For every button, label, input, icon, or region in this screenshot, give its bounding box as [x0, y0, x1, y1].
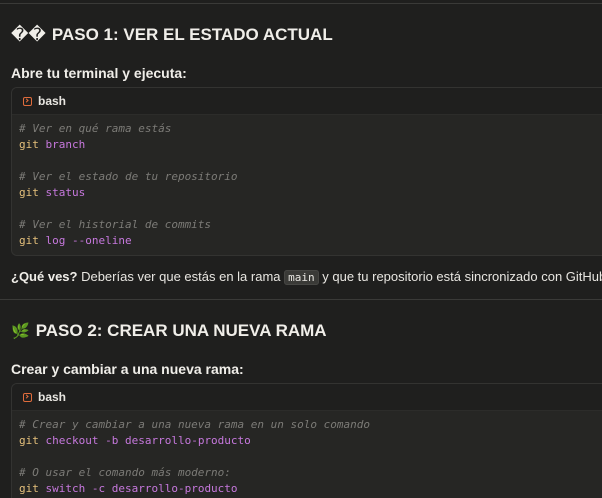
code-command: git [19, 138, 39, 151]
terminal-icon [23, 96, 32, 106]
code-comment: # Ver el estado de tu repositorio [19, 170, 238, 183]
code-line: # Ver el historial de commits [19, 217, 602, 233]
terminal-icon [23, 392, 32, 402]
code-arguments: log --oneline [38, 234, 132, 247]
code-command: git [19, 186, 39, 199]
code-line: # Ver en qué rama estás [19, 121, 602, 137]
step2-heading: 🌿 PASO 2: CREAR UNA NUEVA RAMA [11, 321, 327, 342]
step1-code-content[interactable]: # Ver en qué rama estás git branch # Ver … [12, 115, 602, 253]
code-line: git switch -c desarrollo-producto [19, 481, 602, 497]
code-line: git log --oneline [19, 233, 602, 249]
sprout-icon: 🌿 [11, 323, 30, 340]
code-comment: # Crear y cambiar a una nueva rama en un… [19, 418, 370, 431]
code-line: # O usar el comando más moderno: [19, 465, 602, 481]
top-divider [0, 3, 602, 4]
code-comment: # O usar el comando más moderno: [19, 466, 231, 479]
code-arguments: checkout -b desarrollo-producto [38, 434, 251, 447]
code-command: git [19, 482, 39, 495]
step1-question-bold: ¿Qué ves? [11, 269, 78, 284]
code-line: # Ver el estado de tu repositorio [19, 169, 602, 185]
step1-emoji-icon: �� [11, 25, 46, 44]
step1-code-block[interactable]: bash # Ver en qué rama estás git branch #… [11, 87, 602, 256]
step1-question-text-2: y que tu repositorio está sincronizado c… [318, 269, 602, 284]
code-arguments: branch [38, 138, 86, 151]
step1-title: PASO 1: VER EL ESTADO ACTUAL [51, 25, 333, 44]
step2-intro: Crear y cambiar a una nueva rama: [11, 361, 244, 377]
step1-code-header: bash [12, 88, 602, 115]
step1-inline-code: main [284, 270, 319, 285]
code-command: git [19, 434, 39, 447]
step1-question: ¿Qué ves? Deberías ver que estás en la r… [11, 268, 602, 287]
step1-question-text-1: Deberías ver que estás en la rama [77, 269, 285, 284]
code-line: git checkout -b desarrollo-producto [19, 433, 602, 449]
code-arguments: switch -c desarrollo-producto [38, 482, 238, 495]
code-command: git [19, 234, 39, 247]
step2-title: PASO 2: CREAR UNA NUEVA RAMA [35, 321, 327, 340]
code-line: git branch [19, 137, 602, 153]
code-line: # Crear y cambiar a una nueva rama en un… [19, 417, 602, 433]
step1-heading: �� PASO 1: VER EL ESTADO ACTUAL [11, 25, 333, 45]
code-line: git status [19, 185, 602, 201]
step2-code-block[interactable]: bash # Crear y cambiar a una nueva rama … [11, 383, 602, 498]
step1-code-lang: bash [38, 94, 67, 108]
step1-intro: Abre tu terminal y ejecuta: [11, 65, 187, 81]
code-comment: # Ver el historial de commits [19, 218, 212, 231]
step2-code-content[interactable]: # Crear y cambiar a una nueva rama en un… [12, 411, 602, 498]
section-divider [0, 299, 602, 300]
step2-code-header: bash [12, 384, 602, 411]
code-arguments: status [38, 186, 86, 199]
code-comment: # Ver en qué rama estás [19, 122, 172, 135]
step2-code-lang: bash [38, 390, 67, 404]
